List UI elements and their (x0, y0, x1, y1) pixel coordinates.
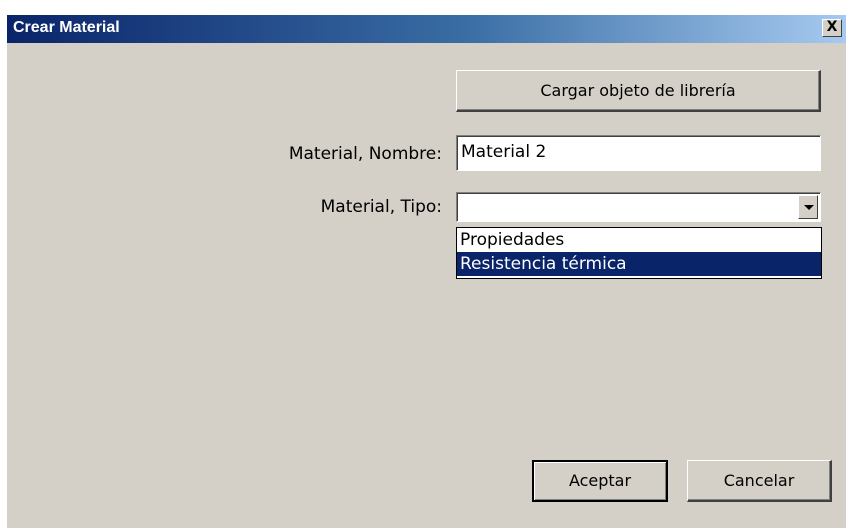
material-type-label: Material, Tipo: (320, 197, 442, 217)
close-button[interactable]: X (822, 19, 842, 37)
dropdown-option-resistencia-termica[interactable]: Resistencia térmica (457, 252, 821, 276)
material-name-input[interactable]: Material 2 (456, 135, 821, 171)
chevron-down-icon[interactable] (798, 195, 818, 219)
material-type-select[interactable] (456, 192, 821, 222)
window-title: Crear Material (13, 19, 120, 36)
dropdown-option-propiedades[interactable]: Propiedades (457, 228, 821, 252)
accept-button[interactable]: Aceptar (532, 460, 668, 502)
title-bar[interactable]: Crear Material X (7, 15, 846, 43)
create-material-dialog: Crear Material X Cargar objeto de librer… (6, 14, 846, 528)
cancel-button[interactable]: Cancelar (687, 460, 832, 502)
material-name-value: Material 2 (461, 142, 547, 162)
material-name-label: Material, Nombre: (288, 144, 442, 164)
load-library-object-button[interactable]: Cargar objeto de librería (456, 70, 821, 112)
material-type-dropdown-list: Propiedades Resistencia térmica (456, 227, 822, 279)
